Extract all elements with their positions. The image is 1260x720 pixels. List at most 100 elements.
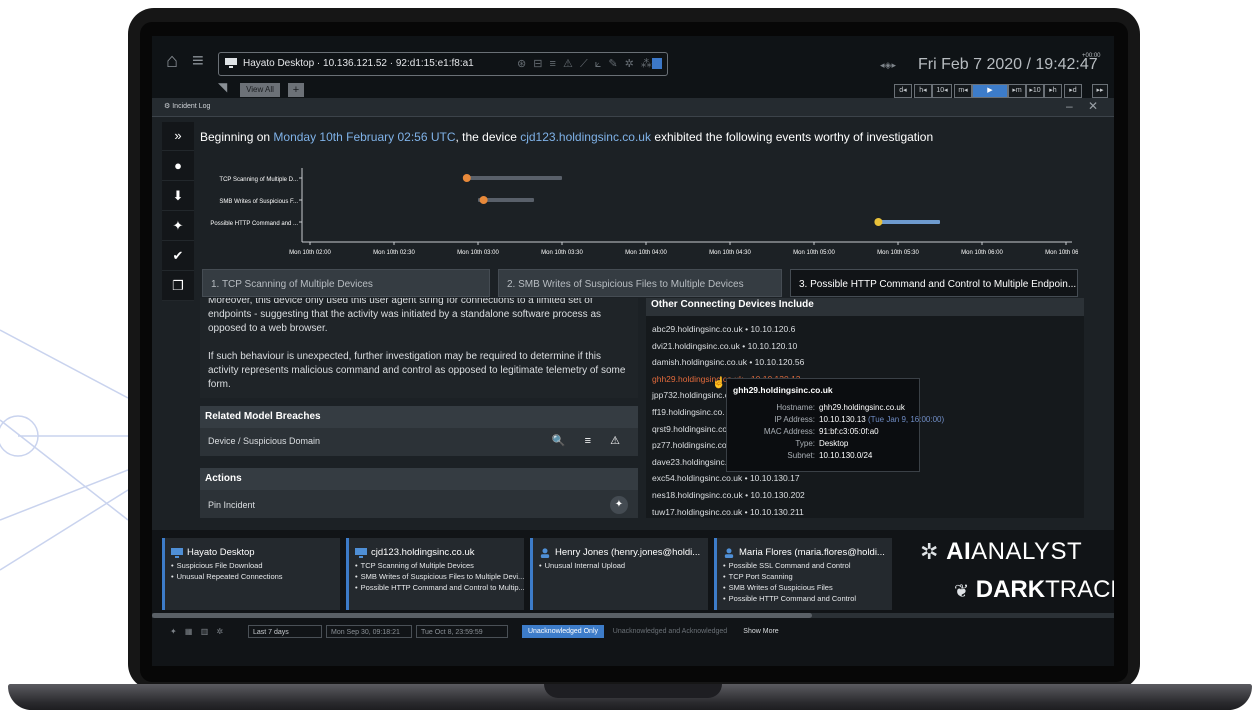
chart-x-tick-label: Mon 10th 06:30 <box>1045 250 1078 256</box>
timeline-control-5[interactable]: ▸m <box>1008 84 1026 98</box>
view-all-button[interactable]: View All <box>240 83 280 97</box>
timeline-control-7[interactable]: ▸h <box>1044 84 1062 98</box>
pin-icon[interactable]: ✦ <box>610 496 628 514</box>
chart-x-tick-label: Mon 10th 05:30 <box>877 250 919 256</box>
desktop-icon <box>355 548 367 558</box>
copy-icon[interactable]: ❐ <box>162 272 194 301</box>
incident-card-list: TCP Scanning of Multiple DevicesSMB Writ… <box>355 560 524 593</box>
tooltip-row: Hostname: ghh29.holdingsinc.co.uk <box>727 403 919 415</box>
incident-card-title: Maria Flores (maria.flores@holdi... <box>739 547 885 558</box>
incident-card-item: TCP Port Scanning <box>723 571 856 582</box>
tooltip-key: Subnet: <box>787 451 815 460</box>
tooltip-key: IP Address: <box>774 415 815 424</box>
incident-card-list: Unusual Internal Upload <box>539 560 625 571</box>
incident-card-item: Possible HTTP Command and Control <box>723 593 856 604</box>
chart-event-marker <box>462 174 471 182</box>
incident-card[interactable]: Henry Jones (henry.jones@holdi... Unusual… <box>530 538 708 610</box>
device-list-item[interactable]: qrst9.holdingsinc.co <box>652 424 727 434</box>
incident-card[interactable]: cjd123.holdingsinc.co.uk TCP Scanning of … <box>346 538 524 610</box>
device-search-box[interactable]: Hayato Desktop · 10.136.121.52 · 92:d1:1… <box>218 52 668 76</box>
device-list-item[interactable]: dave23.holdingsinc. <box>652 457 727 467</box>
actions-section: Actions Pin Incident ✦ <box>200 468 638 518</box>
actions-title: Actions <box>200 468 638 490</box>
darktrace-logo: ❦ DARKTRACE <box>954 576 1114 603</box>
menu-icon[interactable]: ≡ <box>192 50 204 73</box>
chart-x-tick-label: Mon 10th 03:00 <box>457 250 499 256</box>
timeline-control-0[interactable]: d◂ <box>894 84 912 98</box>
unacknowledged-only-button[interactable]: Unacknowledged Only <box>522 625 604 638</box>
timeline-control-9[interactable]: ▸▸ <box>1092 84 1108 98</box>
ai-analyst-logo: ✲ AIANALYST <box>920 538 1083 565</box>
tab-smb-writes[interactable]: 2. SMB Writes of Suspicious Files to Mul… <box>498 269 782 297</box>
user-icon <box>540 548 550 558</box>
date-from-field[interactable]: Mon Sep 30, 09:18:21 <box>326 625 412 638</box>
breach-action-icons[interactable]: 🔍 ≡ ⚠ <box>552 428 628 454</box>
tab-http-command-control[interactable]: 3. Possible HTTP Command and Control to … <box>790 269 1078 297</box>
summary-date[interactable]: Monday 10th February 02:56 UTC <box>273 130 455 144</box>
chart-x-tick-label: Mon 10th 04:00 <box>625 250 667 256</box>
tray-scrollbar-thumb[interactable] <box>152 613 812 618</box>
device-list-item[interactable]: abc29.holdingsinc.co.uk • 10.10.120.6 <box>652 324 795 334</box>
device-list-item[interactable]: ff19.holdingsinc.co. <box>652 407 725 417</box>
chart-event-label: TCP Scanning of Multiple D... <box>219 177 298 183</box>
timeline-nav-icon[interactable]: ◂◈▸ <box>880 60 896 71</box>
collapse-icon[interactable]: » <box>162 122 194 151</box>
chart-event-label: Possible HTTP Command and ... <box>210 221 298 227</box>
footer-tool-icons[interactable]: ✦ ▦ ▥ ✲ <box>170 627 226 636</box>
device-list-item[interactable]: jpp732.holdingsinc.c <box>652 390 729 400</box>
tooltip-row: MAC Address: 91:bf:c3:05:0f:a0 <box>727 427 919 439</box>
chart-event-marker <box>479 196 488 204</box>
chart-event-label: SMB Writes of Suspicious F... <box>219 199 298 205</box>
incident-card[interactable]: Maria Flores (maria.flores@holdi... Possi… <box>714 538 892 610</box>
incident-card-title: Henry Jones (henry.jones@holdi... <box>555 547 701 558</box>
event-description: Moreover, this device only used this use… <box>200 298 638 398</box>
incident-card-list: Suspicious File DownloadUnusual Repeated… <box>171 560 283 582</box>
date-to-field[interactable]: Tue Oct 8, 23:59:59 <box>416 625 508 638</box>
pin-icon[interactable]: ✦ <box>162 212 194 241</box>
add-button[interactable]: + <box>288 83 304 97</box>
time-range-select[interactable]: Last 7 days <box>248 625 322 638</box>
unacknowledged-and-acknowledged-button[interactable]: Unacknowledged and Acknowledged <box>606 625 734 638</box>
incident-card-item: Unusual Repeated Connections <box>171 571 283 582</box>
incident-sidebar: » ● ⬇ ✦ ✔ ❐ <box>162 122 194 301</box>
tooltip-value: 10.10.130.13 (Tue Jan 9, 16:00:00) <box>819 415 945 424</box>
top-bar: ⌂ ≡ Hayato Desktop · 10.136.121.52 · 92:… <box>152 36 1114 98</box>
device-list-item[interactable]: damish.holdingsinc.co.uk • 10.10.120.56 <box>652 357 804 367</box>
download-icon[interactable]: ⬇ <box>162 182 194 211</box>
tab-tcp-scanning[interactable]: 1. TCP Scanning of Multiple Devices <box>202 269 490 297</box>
other-devices-title: Other Connecting Devices Include <box>646 298 1084 316</box>
chart-x-tick-label: Mon 10th 02:30 <box>373 250 415 256</box>
related-breach-row[interactable]: Device / Suspicious Domain 🔍 ≡ ⚠ <box>200 428 638 454</box>
timeline-control-2[interactable]: 10◂ <box>932 84 952 98</box>
home-icon[interactable]: ⌂ <box>166 50 178 73</box>
summary-device-link[interactable]: cjd123.holdingsinc.co.uk <box>520 130 651 144</box>
comment-icon[interactable]: ● <box>162 152 194 181</box>
chart-event-bar <box>878 220 940 224</box>
related-model-breaches: Related Model Breaches Device / Suspicio… <box>200 406 638 456</box>
show-more-button[interactable]: Show More <box>738 625 784 638</box>
timeline-control-3[interactable]: m◂ <box>954 84 972 98</box>
incident-card[interactable]: Hayato Desktop Suspicious File DownloadUn… <box>162 538 340 610</box>
tooltip-value: ghh29.holdingsinc.co.uk <box>819 403 905 412</box>
timeline-control-6[interactable]: ▸10 <box>1026 84 1044 98</box>
device-list-item[interactable]: tuw17.holdingsinc.co.uk • 10.10.130.211 <box>652 507 804 517</box>
chart-x-tick-label: Mon 10th 06:00 <box>961 250 1003 256</box>
acknowledge-icon[interactable]: ✔ <box>162 242 194 271</box>
current-datetime: Fri Feb 7 2020 / 19:42:47 <box>918 56 1098 73</box>
timeline-control-4[interactable]: ▶ <box>972 84 1008 98</box>
tag-icon[interactable]: ◥ <box>218 80 227 94</box>
device-list-item[interactable]: pz77.holdingsinc.co <box>652 440 727 450</box>
device-list-item[interactable]: exc54.holdingsinc.co.uk • 10.10.130.17 <box>652 473 800 483</box>
screen: ⌂ ≡ Hayato Desktop · 10.136.121.52 · 92:… <box>152 36 1114 666</box>
window-controls[interactable]: – ✕ <box>1066 99 1104 113</box>
timeline-control-8[interactable]: ▸d <box>1064 84 1082 98</box>
device-list-item[interactable]: nes18.holdingsinc.co.uk • 10.10.130.202 <box>652 490 805 500</box>
pin-incident-row[interactable]: Pin Incident ✦ <box>200 492 638 518</box>
device-tooltip: ghh29.holdingsinc.co.uk Hostname: ghh29.h… <box>726 378 944 472</box>
chart-x-tick-label: Mon 10th 05:00 <box>793 250 835 256</box>
device-list-item[interactable]: dvi21.holdingsinc.co.uk • 10.10.120.10 <box>652 341 797 351</box>
device-tools-icons[interactable]: ⊛ ⊟ ≡ ⚠ ⟋ ⟀ ✎ ✲ ⁂ <box>517 57 654 71</box>
desktop-icon <box>171 548 183 558</box>
timeline-control-1[interactable]: h◂ <box>914 84 932 98</box>
color-square-icon[interactable] <box>652 58 662 69</box>
